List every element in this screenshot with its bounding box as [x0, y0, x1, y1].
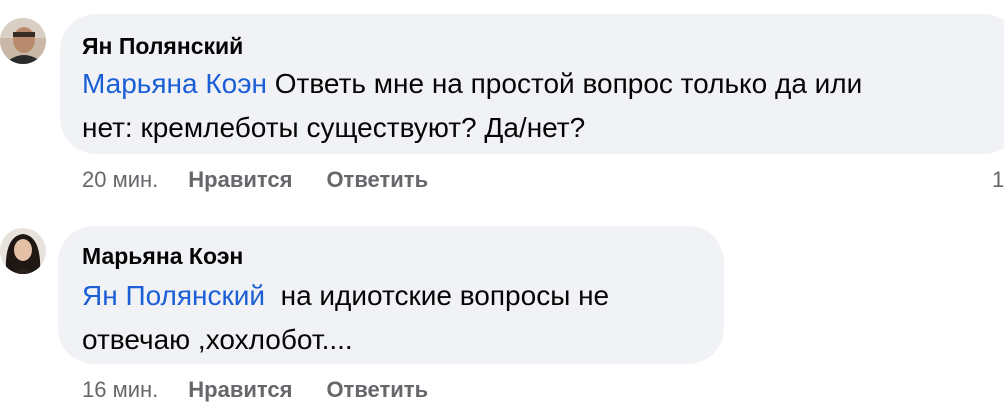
mention-link[interactable]: Марьяна Коэн — [82, 68, 267, 99]
comment-text-line-1: Марьяна Коэн Ответь мне на простой вопро… — [82, 62, 1002, 106]
comment-text-body: Ответь мне на простой вопрос только да и… — [266, 68, 863, 99]
avatar-photo-icon — [0, 228, 46, 274]
comment-text-line-2: отвечаю ,хохлобот.... — [82, 324, 353, 355]
comment-timestamp[interactable]: 20 мин. — [82, 167, 158, 192]
reply-button[interactable]: Ответить — [326, 167, 428, 192]
mention-link[interactable]: Ян Полянский — [82, 280, 265, 311]
like-button[interactable]: Нравится — [188, 377, 292, 402]
comment-author[interactable]: Марьяна Коэн — [82, 242, 243, 270]
comment-timestamp[interactable]: 16 мин. — [82, 377, 158, 402]
like-button[interactable]: Нравится — [188, 167, 292, 192]
comment-text: Марьяна Коэн Ответь мне на простой вопро… — [82, 62, 1002, 150]
comment-actions: 16 мин. Нравится Ответить — [82, 376, 428, 404]
avatar[interactable] — [0, 228, 46, 274]
avatar-photo-icon — [0, 18, 46, 64]
reaction-count[interactable]: 1 — [992, 166, 1004, 194]
comment-actions: 20 мин. Нравится Ответить — [82, 166, 428, 194]
comment-author[interactable]: Ян Полянский — [82, 32, 243, 60]
comment-text: Ян Полянский на идиотские вопросы не отв… — [82, 274, 712, 362]
comment-text-line-2: нет: кремлеботы существуют? Да/нет? — [82, 112, 586, 143]
comment-text-body: на идиотские вопросы не — [265, 280, 610, 311]
comment-text-line-1: Ян Полянский на идиотские вопросы не — [82, 274, 712, 318]
reply-button[interactable]: Ответить — [326, 377, 428, 402]
avatar[interactable] — [0, 18, 46, 64]
